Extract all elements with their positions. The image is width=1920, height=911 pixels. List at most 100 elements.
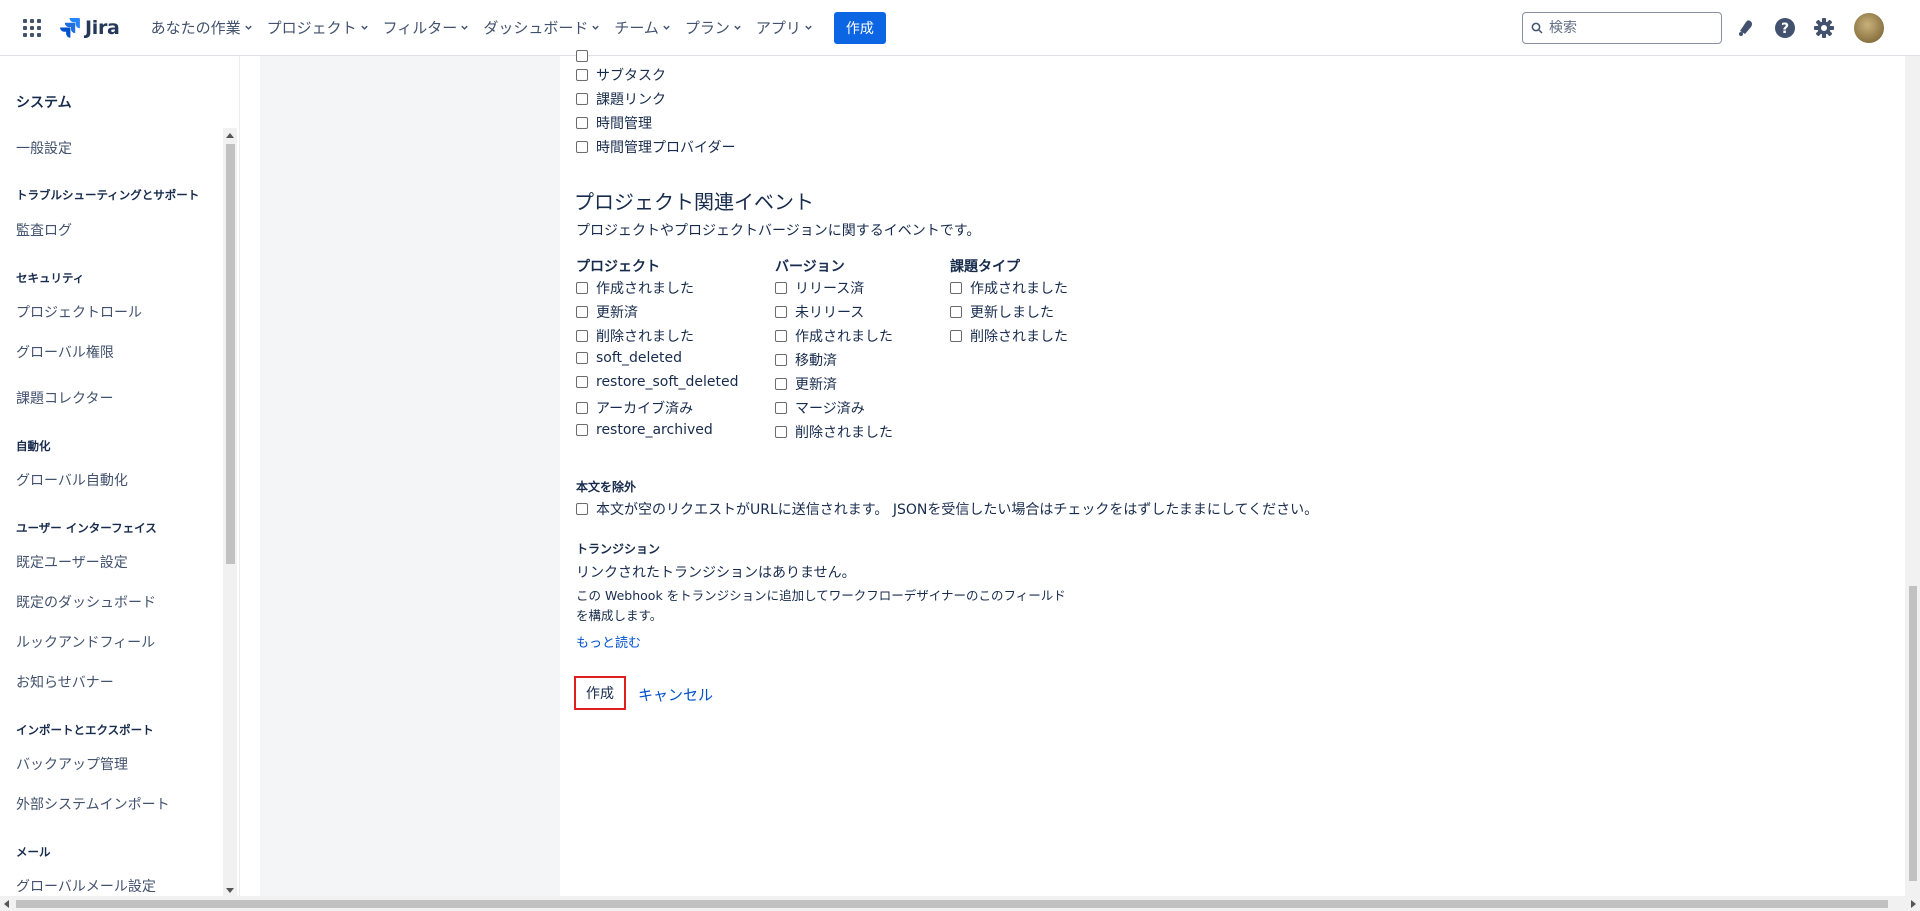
checkbox-row: 更新しました	[950, 302, 1054, 322]
app-switcher-icon[interactable]	[20, 16, 44, 40]
nav-dashboards[interactable]: ダッシュボード	[478, 12, 605, 44]
search-box[interactable]	[1522, 12, 1722, 44]
checkbox-subtask[interactable]	[576, 69, 588, 81]
checkbox-row: マージ済み	[775, 398, 865, 418]
nav-your-work[interactable]: あなたの作業	[146, 12, 258, 44]
sidebar-item-global-automation[interactable]: グローバル自動化	[16, 470, 128, 490]
event-checkbox[interactable]	[775, 402, 787, 414]
jira-logo[interactable]: Jira	[60, 17, 120, 39]
chevron-down-icon	[360, 25, 368, 30]
scroll-left-arrow[interactable]	[4, 900, 9, 908]
nav-label: フィルター	[382, 19, 458, 37]
event-checkbox[interactable]	[775, 426, 787, 438]
checkbox-row: 作成されました	[950, 278, 1068, 298]
top-create-button[interactable]: 作成	[833, 11, 886, 44]
sidebar-item-global-mail-settings[interactable]: グローバルメール設定	[16, 876, 156, 896]
sidebar-item-global-permissions[interactable]: グローバル権限	[16, 342, 114, 362]
checkbox-row: 削除されました	[775, 422, 893, 442]
sidebar-scrollbar[interactable]	[223, 128, 237, 896]
event-checkbox[interactable]	[576, 376, 588, 388]
event-checkbox[interactable]	[950, 330, 962, 342]
sidebar-section-security: セキュリティ	[16, 271, 85, 285]
event-checkbox[interactable]	[576, 306, 588, 318]
event-checkbox[interactable]	[775, 354, 787, 366]
event-checkbox[interactable]	[576, 424, 588, 436]
create-button[interactable]: 作成	[574, 676, 626, 710]
checkbox-row: 移動済	[775, 350, 837, 370]
sidebar-item-backup-manager[interactable]: バックアップ管理	[16, 754, 128, 774]
column-heading-project: プロジェクト	[576, 259, 660, 275]
sidebar-item-announcement-banner[interactable]: お知らせバナー	[16, 672, 114, 692]
checkbox-row	[576, 48, 600, 64]
checkbox-time-tracking-provider[interactable]	[576, 141, 588, 153]
sidebar-item-project-roles[interactable]: プロジェクトロール	[16, 302, 142, 322]
checkbox[interactable]	[576, 50, 588, 62]
checkbox-issue-link[interactable]	[576, 93, 588, 105]
scrollbar-thumb[interactable]	[1909, 586, 1917, 881]
checkbox-label: 削除されました	[596, 329, 694, 345]
search-input[interactable]	[1549, 20, 1709, 36]
nav-apps[interactable]: アプリ	[751, 12, 818, 44]
checkbox-label: サブタスク	[596, 68, 666, 84]
checkbox-label: restore_archived	[596, 422, 713, 438]
chevron-down-icon	[592, 25, 600, 30]
sidebar-item-external-import[interactable]: 外部システムインポート	[16, 794, 170, 814]
checkbox-row: リリース済	[775, 278, 864, 298]
event-checkbox[interactable]	[950, 282, 962, 294]
read-more-link[interactable]: もっと読む	[576, 632, 641, 651]
checkbox-row: restore_archived	[576, 422, 713, 438]
page-vertical-scrollbar[interactable]	[1905, 56, 1920, 896]
event-checkbox[interactable]	[576, 352, 588, 364]
sidebar-item-audit-log[interactable]: 監査ログ	[16, 220, 72, 240]
event-checkbox[interactable]	[775, 378, 787, 390]
checkbox-label: 作成されました	[795, 329, 893, 345]
event-checkbox[interactable]	[576, 330, 588, 342]
nav-filters[interactable]: フィルター	[378, 12, 475, 44]
chevron-down-icon	[663, 25, 670, 30]
nav-plans[interactable]: プラン	[680, 12, 747, 44]
user-avatar[interactable]	[1854, 13, 1884, 43]
nav-teams[interactable]: チーム	[609, 12, 676, 44]
event-checkbox[interactable]	[775, 330, 787, 342]
event-checkbox[interactable]	[950, 306, 962, 318]
checkbox-row: restore_soft_deleted	[576, 374, 739, 390]
sidebar-item-look-and-feel[interactable]: ルックアンドフィール	[16, 632, 155, 652]
scrollbar-thumb[interactable]	[226, 144, 235, 564]
nav-label: あなたの作業	[150, 19, 241, 37]
nav-label: プラン	[684, 19, 730, 37]
event-checkbox[interactable]	[775, 282, 787, 294]
sidebar-item-issue-collector[interactable]: 課題コレクター	[16, 388, 113, 408]
checkbox-row: 課題リンク	[576, 89, 666, 109]
nav-label: アプリ	[755, 19, 801, 37]
cancel-link[interactable]: キャンセル	[638, 684, 713, 705]
nav-label: プロジェクト	[266, 19, 357, 37]
event-checkbox[interactable]	[775, 306, 787, 318]
scroll-right-arrow[interactable]	[1911, 900, 1916, 908]
help-icon[interactable]: ?	[1772, 15, 1798, 41]
scroll-up-arrow[interactable]	[226, 133, 234, 138]
chevron-down-icon	[805, 25, 812, 30]
checkbox-label: restore_soft_deleted	[596, 374, 739, 390]
checkbox-exclude-body[interactable]	[576, 503, 588, 515]
settings-gear-icon[interactable]	[1811, 15, 1837, 41]
sidebar-item-general-settings[interactable]: 一般設定	[16, 138, 72, 158]
checkbox-label: 作成されました	[596, 281, 694, 297]
event-checkbox[interactable]	[576, 282, 588, 294]
page-horizontal-scrollbar[interactable]	[0, 896, 1920, 911]
sidebar-item-default-dashboard[interactable]: 既定のダッシュボード	[16, 592, 156, 612]
checkbox-label	[596, 48, 600, 64]
scrollbar-thumb[interactable]	[16, 900, 1888, 908]
scroll-down-arrow[interactable]	[226, 888, 234, 893]
sidebar-item-default-user-settings[interactable]: 既定ユーザー設定	[16, 552, 128, 572]
checkbox-row: サブタスク	[576, 65, 666, 85]
checkbox-row: 更新済	[775, 374, 837, 394]
notifications-bell-icon[interactable]	[1733, 15, 1759, 41]
sidebar-section-mail: メール	[16, 845, 51, 859]
nav-projects[interactable]: プロジェクト	[262, 12, 374, 44]
checkbox-label: 削除されました	[795, 425, 893, 441]
checkbox-label: マージ済み	[795, 401, 865, 417]
checkbox-label: リリース済	[795, 281, 865, 297]
checkbox-time-tracking[interactable]	[576, 117, 588, 129]
app-name: Jira	[85, 16, 120, 39]
event-checkbox[interactable]	[576, 402, 588, 414]
